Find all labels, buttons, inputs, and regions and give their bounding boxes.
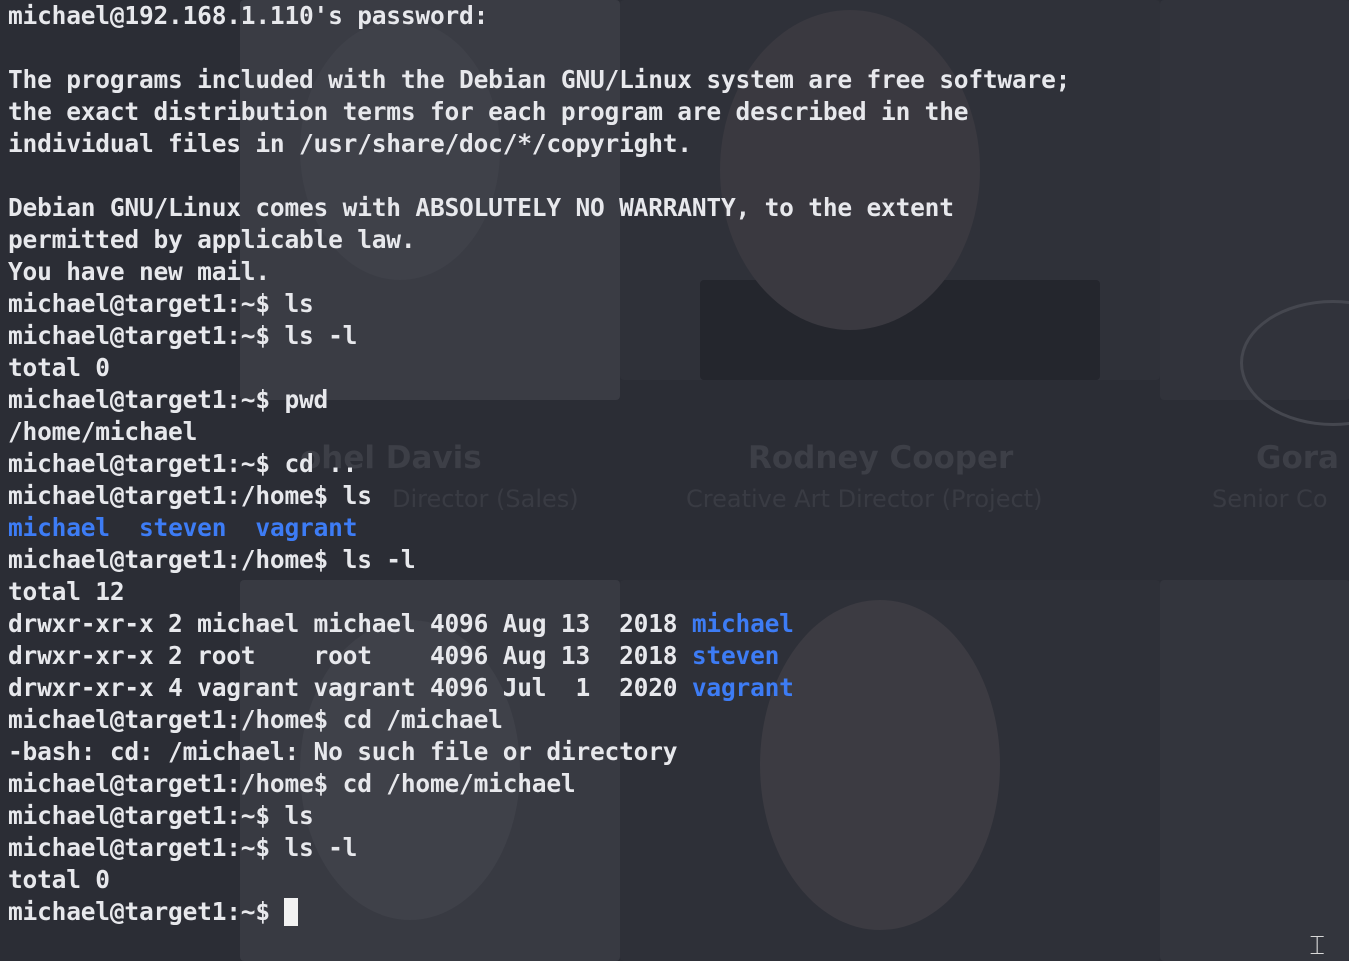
listing-details: drwxr-xr-x 2 michael michael 4096 Aug 13… xyxy=(8,609,692,638)
command-prompt-line[interactable]: michael@target1:~$ xyxy=(8,896,1070,928)
team-member-role: Senior Co xyxy=(1212,485,1328,513)
terminal-line: michael@target1:/home$ ls xyxy=(8,481,372,510)
ls-output-line: michael steven vagrant xyxy=(8,512,1070,544)
terminal-line: michael@target1:~$ ls xyxy=(8,289,314,318)
terminal-line: Debian GNU/Linux comes with ABSOLUTELY N… xyxy=(8,193,954,222)
terminal-line: michael@target1:/home$ cd /home/michael xyxy=(8,769,576,798)
directory-name: steven xyxy=(691,641,780,670)
long-listing-row: drwxr-xr-x 2 michael michael 4096 Aug 13… xyxy=(8,608,1070,640)
ls-separator xyxy=(226,513,255,542)
terminal-line: individual files in /usr/share/doc/*/cop… xyxy=(8,129,692,158)
terminal-line: michael@target1:~$ ls -l xyxy=(8,833,358,862)
terminal-line: permitted by applicable law. xyxy=(8,225,416,254)
terminal-line: /home/michael xyxy=(8,417,198,446)
terminal-line: michael@target1:~$ pwd xyxy=(8,385,329,414)
terminal-line: total 12 xyxy=(8,577,125,606)
terminal-line: michael@target1:/home$ cd /michael xyxy=(8,705,503,734)
terminal-line: The programs included with the Debian GN… xyxy=(8,65,1071,94)
long-listing-row: drwxr-xr-x 2 root root 4096 Aug 13 2018 … xyxy=(8,640,1070,672)
terminal-line: michael@target1:~$ ls -l xyxy=(8,321,358,350)
terminal-output[interactable]: michael@192.168.1.110's password: The pr… xyxy=(8,0,1070,928)
terminal-line: michael@target1:~$ cd .. xyxy=(8,449,358,478)
directory-name: michael xyxy=(8,513,110,542)
terminal-line: michael@target1:~$ ls xyxy=(8,801,314,830)
directory-name: michael xyxy=(691,609,794,638)
terminal-line: -bash: cd: /michael: No such file or dir… xyxy=(8,737,678,766)
block-cursor xyxy=(284,898,299,926)
directory-name: steven xyxy=(138,513,227,542)
terminal-line: michael@192.168.1.110's password: xyxy=(8,1,489,30)
directory-name: vagrant xyxy=(691,673,794,702)
terminal-line: michael@target1:/home$ ls -l xyxy=(8,545,416,574)
listing-details: drwxr-xr-x 4 vagrant vagrant 4096 Jul 1 … xyxy=(8,673,692,702)
team-member-name: Gora xyxy=(1256,440,1339,476)
directory-name: vagrant xyxy=(255,513,358,542)
long-listing-row: drwxr-xr-x 4 vagrant vagrant 4096 Jul 1 … xyxy=(8,672,1070,704)
terminal-line: the exact distribution terms for each pr… xyxy=(8,97,969,126)
team-card-photo xyxy=(1160,580,1349,961)
terminal-line: total 0 xyxy=(8,865,110,894)
terminal-line: total 0 xyxy=(8,353,110,382)
listing-details: drwxr-xr-x 2 root root 4096 Aug 13 2018 xyxy=(8,641,692,670)
text-ibeam-icon: ⌶ xyxy=(1309,931,1325,961)
shell-prompt: michael@target1:~$ xyxy=(8,897,285,926)
terminal-line: You have new mail. xyxy=(8,257,270,286)
ls-separator xyxy=(110,513,139,542)
